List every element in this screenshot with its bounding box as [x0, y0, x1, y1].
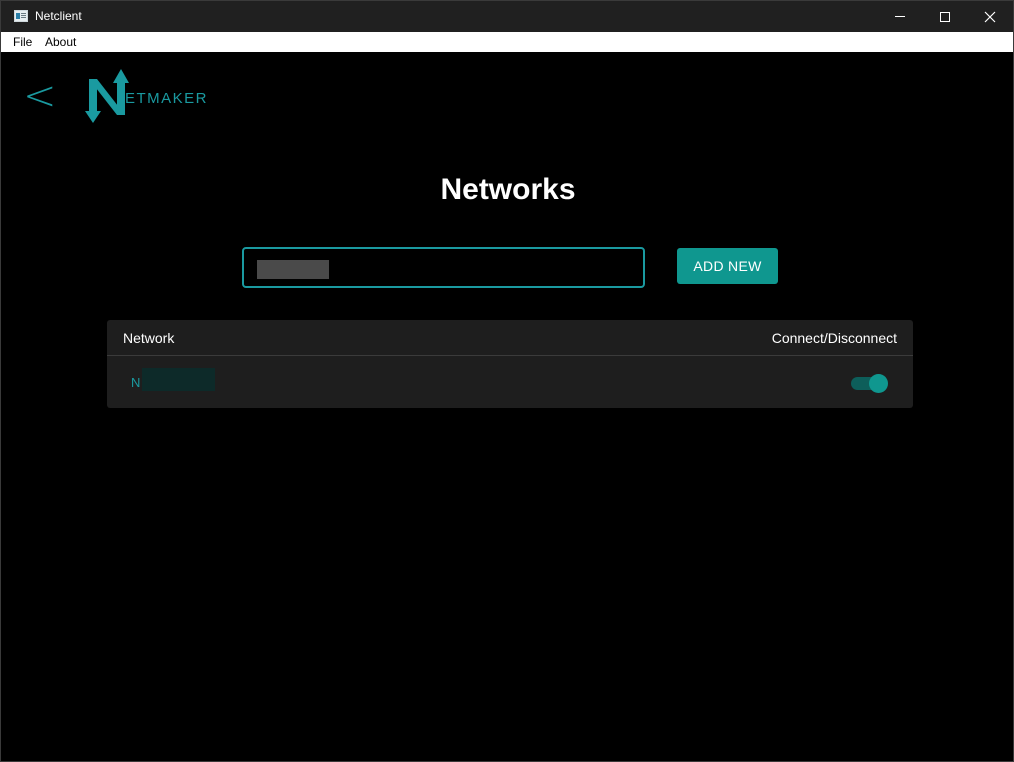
network-name[interactable]: N: [131, 375, 140, 390]
app-window: Netclient File About < ETMAKER Networks …: [0, 0, 1014, 762]
minimize-button[interactable]: [877, 1, 923, 32]
close-icon: [984, 11, 996, 22]
redacted-input-value: [257, 260, 329, 279]
column-header-connect: Connect/Disconnect: [771, 330, 897, 346]
back-button[interactable]: <: [23, 76, 57, 116]
window-title: Netclient: [35, 9, 82, 23]
maximize-icon: [940, 11, 950, 22]
toggle-thumb: [869, 374, 888, 393]
menu-file[interactable]: File: [13, 35, 32, 49]
menu-about[interactable]: About: [45, 35, 76, 49]
logo-text: ETMAKER: [125, 90, 209, 107]
menu-bar: File About: [1, 32, 1013, 52]
column-header-network: Network: [123, 330, 175, 346]
network-input[interactable]: [242, 247, 645, 288]
minimize-icon: [895, 16, 905, 17]
connect-toggle[interactable]: [851, 374, 889, 393]
networks-table: Network Connect/Disconnect N: [107, 320, 913, 408]
table-row: N: [107, 357, 913, 408]
add-new-button[interactable]: ADD NEW: [677, 248, 778, 284]
page-title: Networks: [440, 173, 576, 206]
app-icon: [14, 10, 28, 22]
title-bar[interactable]: Netclient: [1, 1, 1013, 32]
netmaker-logo[interactable]: ETMAKER: [85, 67, 220, 127]
maximize-button[interactable]: [922, 1, 968, 32]
close-button[interactable]: [967, 1, 1013, 32]
table-header: Network Connect/Disconnect: [107, 320, 913, 356]
redacted-network-name: [142, 368, 215, 391]
